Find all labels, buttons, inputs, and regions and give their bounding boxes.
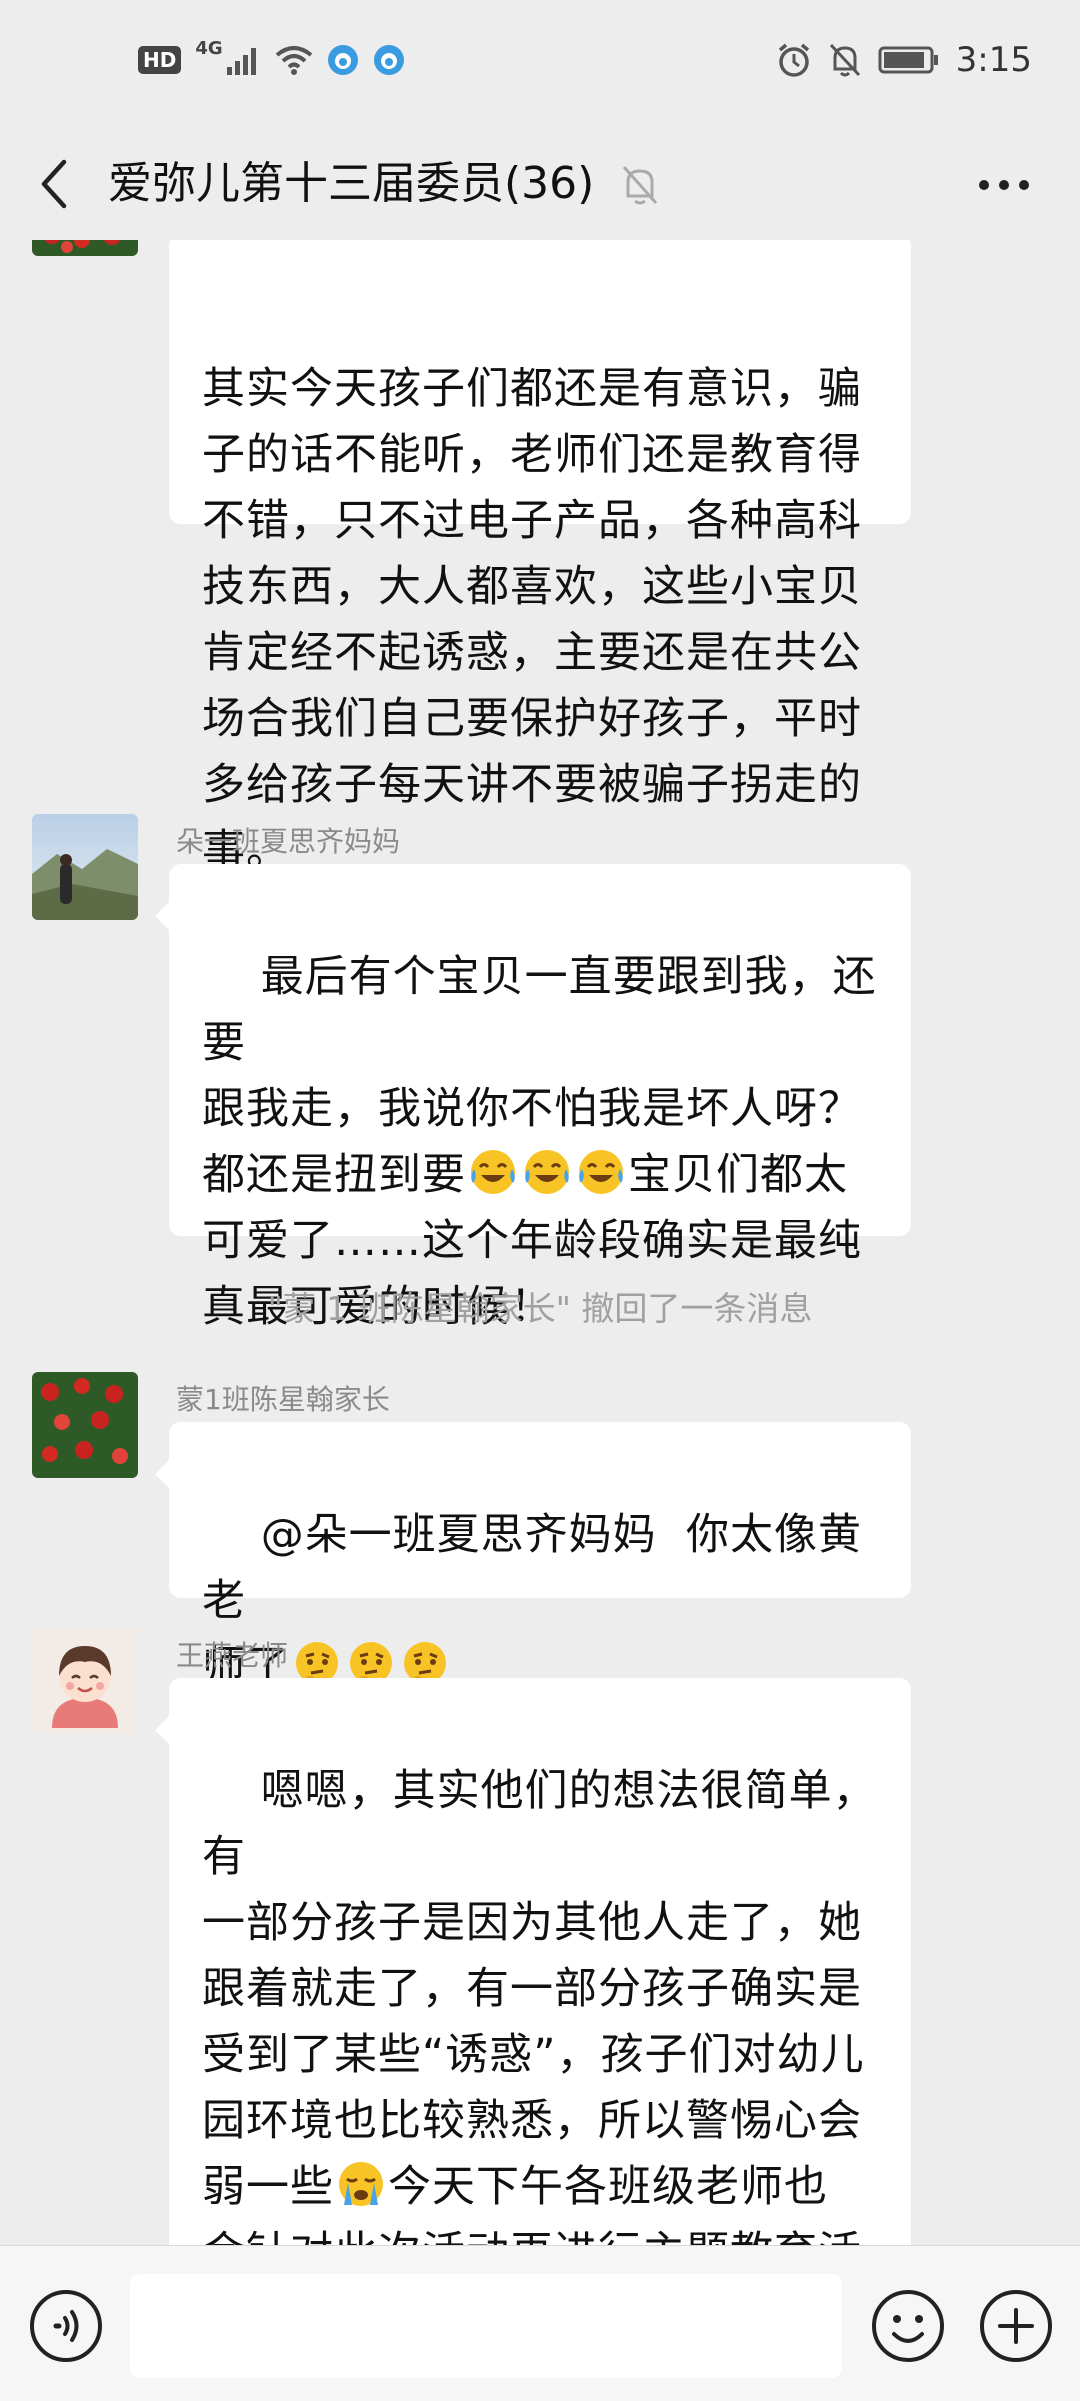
voice-icon[interactable]: [28, 2288, 104, 2364]
message-text: 嗯嗯，其实他们的想法很简单，有 一部分孩子是因为其他人走了，她 跟着就走了，有一…: [202, 1766, 877, 2212]
input-bar: [0, 2245, 1080, 2401]
recall-notice: "蒙 1 班陈星翰家长" 撤回了一条消息: [267, 1289, 813, 1328]
sender-name: 王燕老师: [176, 1639, 289, 1672]
message-bubble[interactable]: 其实今天孩子们都还是有意识，骗 子的话不能听，老师们还是教育得 不错，只不过电子…: [169, 240, 911, 876]
battery-icon: [878, 46, 938, 74]
status-left-group: HD 4G: [138, 38, 405, 76]
message-bubble[interactable]: 最后有个宝贝一直要跟到我，还要 跟我走，我说你不怕我是坏人呀？ 都还是扭到要 宝贝…: [155, 864, 911, 1332]
tears-of-joy-emoji-icon: [522, 1147, 572, 1197]
tears-of-joy-emoji-icon: [468, 1147, 518, 1197]
avatar[interactable]: [32, 1372, 138, 1478]
mute-bell-icon: [622, 166, 658, 205]
emoji-icon[interactable]: [870, 2288, 946, 2364]
tears-of-joy-emoji-icon: [576, 1147, 626, 1197]
clock-time: 3:15: [955, 40, 1032, 80]
chat-title: 爱弥儿第十三届委员(36): [108, 158, 595, 209]
wifi-icon: [275, 46, 312, 75]
mute-icon: [829, 43, 860, 77]
avatar[interactable]: [32, 240, 138, 256]
network-type-label: 4G: [195, 37, 223, 59]
alarm-icon: [778, 43, 809, 77]
app-notify-icon: [373, 45, 404, 75]
avatar[interactable]: [32, 814, 138, 920]
loudly-crying-emoji-icon: [336, 2159, 386, 2209]
app-notify-icon: [327, 45, 358, 75]
message-text: 其实今天孩子们都还是有意识，骗 子的话不能听，老师们还是教育得 不错，只不过电子…: [202, 364, 862, 876]
chat-header: 爱弥儿第十三届委员(36): [0, 130, 1080, 240]
message-bubble[interactable]: @朵一班夏思齐妈妈 你太像黄老 师了: [155, 1422, 911, 1692]
back-icon[interactable]: [30, 148, 78, 220]
hd-badge: HD: [138, 46, 182, 74]
plus-icon[interactable]: [978, 2288, 1054, 2364]
message-bubble[interactable]: 嗯嗯，其实他们的想法很简单，有 一部分孩子是因为其他人走了，她 跟着就走了，有一…: [155, 1678, 911, 2245]
sender-name: 蒙1班陈星翰家长: [176, 1383, 390, 1416]
sender-name: 朵一班夏思齐妈妈: [176, 825, 401, 858]
avatar[interactable]: [32, 1628, 138, 1734]
signal-icon: [226, 48, 256, 75]
message-list[interactable]: 其实今天孩子们都还是有意识，骗 子的话不能听，老师们还是教育得 不错，只不过电子…: [0, 240, 1080, 2245]
status-bar: HD 4G 3:15: [0, 0, 1080, 130]
message-input[interactable]: [130, 2274, 842, 2378]
more-icon[interactable]: [972, 158, 1036, 212]
status-right-group: 3:15: [776, 40, 1032, 80]
